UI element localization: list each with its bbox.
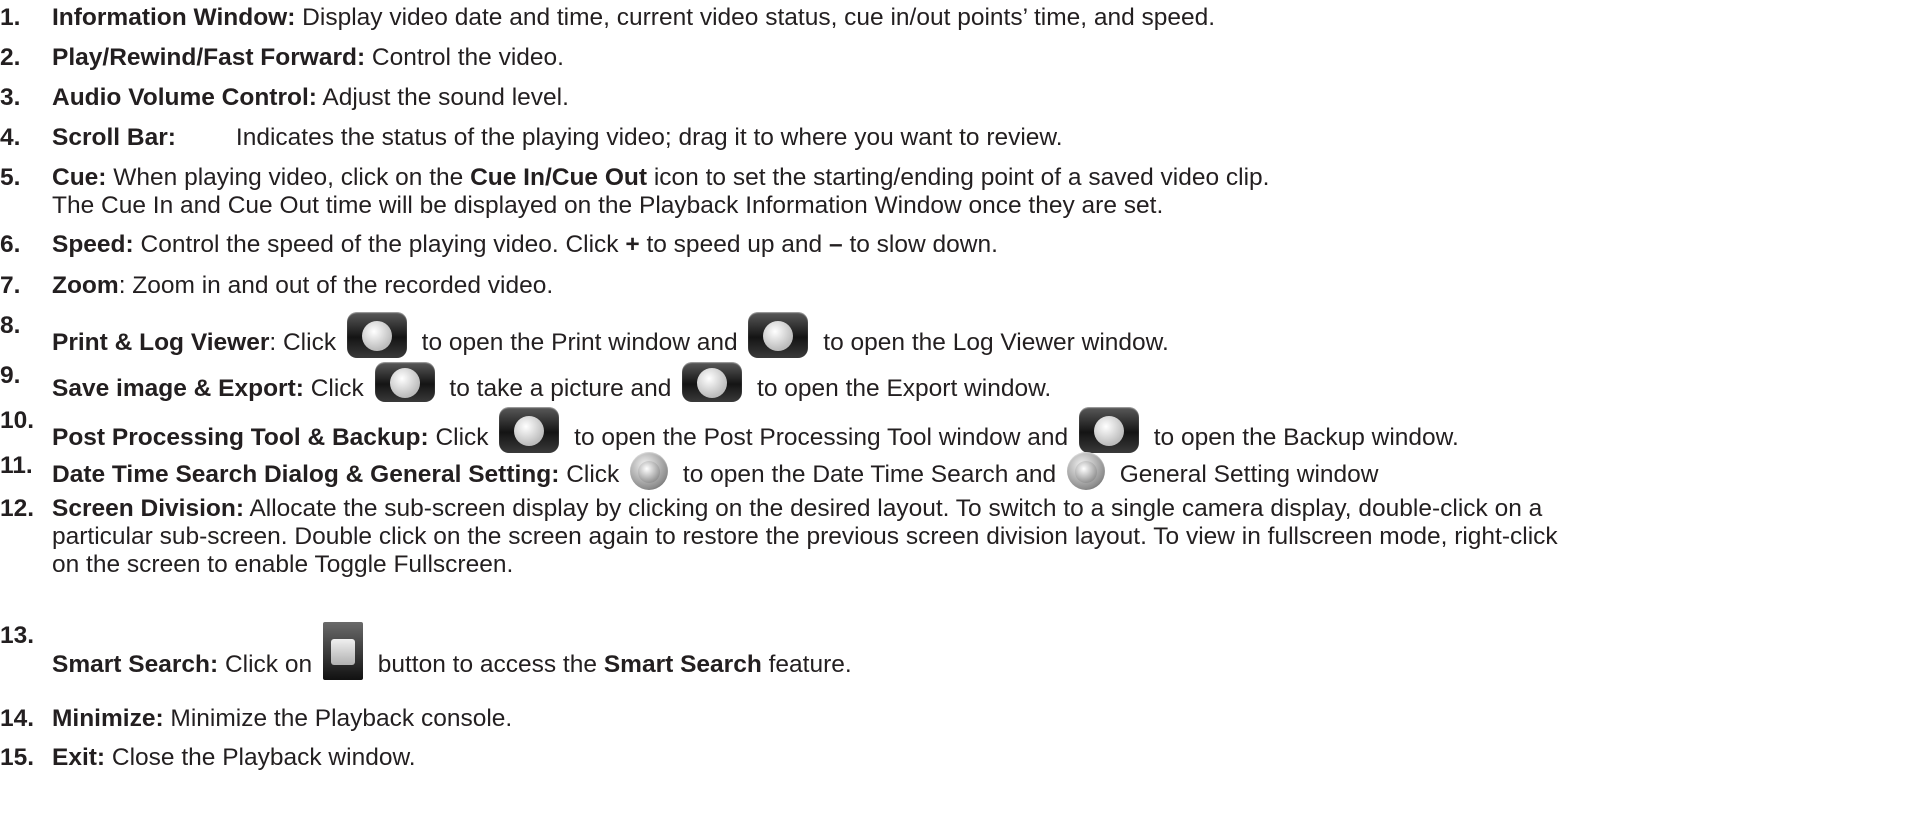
item-number: 7. bbox=[0, 272, 21, 299]
item-text: Allocate the sub-screen display by click… bbox=[243, 495, 1543, 522]
item-title: Scroll Bar: bbox=[52, 124, 176, 151]
post-processing-tool-icon[interactable] bbox=[499, 407, 560, 453]
item-text: button to access the bbox=[370, 651, 604, 678]
item-text: Click bbox=[303, 375, 371, 402]
item-text: Indicates the status of the playing vide… bbox=[235, 124, 1063, 151]
item-title: Date Time Search Dialog & General Settin… bbox=[52, 461, 560, 488]
wrench-icon[interactable] bbox=[1066, 452, 1105, 490]
item-text: Close the Playback window. bbox=[105, 744, 416, 771]
item-title: Exit: bbox=[52, 744, 106, 771]
item-title: Post Processing Tool & Backup: bbox=[52, 424, 429, 451]
item-number: 3. bbox=[0, 84, 21, 111]
item-title: Play/Rewind/Fast Forward: bbox=[52, 44, 366, 71]
item-number: 8. bbox=[0, 312, 21, 339]
item-text: Adjust the sound level. bbox=[316, 84, 569, 111]
item-text: Control the video. bbox=[365, 44, 564, 71]
binoculars-icon[interactable] bbox=[322, 622, 363, 680]
item-title: Save image & Export: bbox=[52, 375, 304, 402]
printer-icon[interactable] bbox=[346, 312, 407, 358]
cue-in-out-label: Cue In/Cue Out bbox=[470, 164, 648, 191]
export-icon[interactable] bbox=[682, 362, 743, 402]
item-text: Click bbox=[428, 424, 496, 451]
item-number: 1. bbox=[0, 4, 21, 31]
date-time-search-icon[interactable] bbox=[630, 452, 669, 490]
item-number: 13. bbox=[0, 622, 35, 649]
item-text-continued: particular sub-screen. Double click on t… bbox=[52, 523, 1558, 550]
smart-search-label: Smart Search bbox=[603, 651, 762, 678]
item-text: Control the speed of the playing video. … bbox=[133, 231, 626, 258]
item-number: 6. bbox=[0, 231, 21, 258]
item-text-continued: on the screen to enable Toggle Fullscree… bbox=[52, 551, 514, 578]
item-number: 9. bbox=[0, 362, 21, 389]
item-text: to open the Log Viewer window. bbox=[816, 329, 1169, 356]
item-title: Zoom bbox=[52, 272, 119, 299]
item-text: feature. bbox=[761, 651, 852, 678]
item-number: 10. bbox=[0, 407, 35, 434]
item-text: : Zoom in and out of the recorded video. bbox=[118, 272, 554, 299]
item-title: Minimize: bbox=[52, 705, 164, 732]
item-number: 14. bbox=[0, 705, 35, 732]
item-text: : Click bbox=[269, 329, 343, 356]
item-title: Speed: bbox=[52, 231, 134, 258]
item-text: to open the Print window and bbox=[414, 329, 745, 356]
item-text: to open the Backup window. bbox=[1146, 424, 1459, 451]
item-number: 2. bbox=[0, 44, 21, 71]
item-text: to take a picture and bbox=[442, 375, 679, 402]
item-number: 15. bbox=[0, 744, 35, 771]
item-number: 4. bbox=[0, 124, 21, 151]
item-text: Minimize the Playback console. bbox=[163, 705, 513, 732]
item-title: Audio Volume Control: bbox=[52, 84, 317, 111]
item-text: icon to set the starting/ending point of… bbox=[647, 164, 1270, 191]
item-number: 5. bbox=[0, 164, 21, 191]
item-text: When playing video, click on the bbox=[106, 164, 471, 191]
minus-sign: – bbox=[829, 231, 843, 258]
camera-snapshot-icon[interactable] bbox=[374, 362, 435, 402]
item-text: to speed up and bbox=[639, 231, 829, 258]
plus-sign: + bbox=[625, 231, 640, 258]
item-title: Smart Search: bbox=[52, 651, 219, 678]
backup-icon[interactable] bbox=[1078, 407, 1139, 453]
item-text: to open the Post Processing Tool window … bbox=[567, 424, 1075, 451]
item-text: to open the Export window. bbox=[750, 375, 1052, 402]
item-title: Screen Division: bbox=[52, 495, 244, 522]
item-title: Information Window: bbox=[52, 4, 296, 31]
item-title: Print & Log Viewer bbox=[52, 329, 270, 356]
item-number: 12. bbox=[0, 495, 35, 522]
item-title: Cue: bbox=[52, 164, 107, 191]
item-number: 11. bbox=[0, 452, 33, 479]
item-text-continued: The Cue In and Cue Out time will be disp… bbox=[52, 192, 1164, 219]
item-text: Click bbox=[559, 461, 627, 488]
item-text: Click on bbox=[218, 651, 319, 678]
item-text: to open the Date Time Search and bbox=[676, 461, 1063, 488]
item-text: General Setting window bbox=[1112, 461, 1379, 488]
log-viewer-icon[interactable] bbox=[748, 312, 809, 358]
item-text: to slow down. bbox=[842, 231, 998, 258]
item-text: Display video date and time, current vid… bbox=[295, 4, 1216, 31]
